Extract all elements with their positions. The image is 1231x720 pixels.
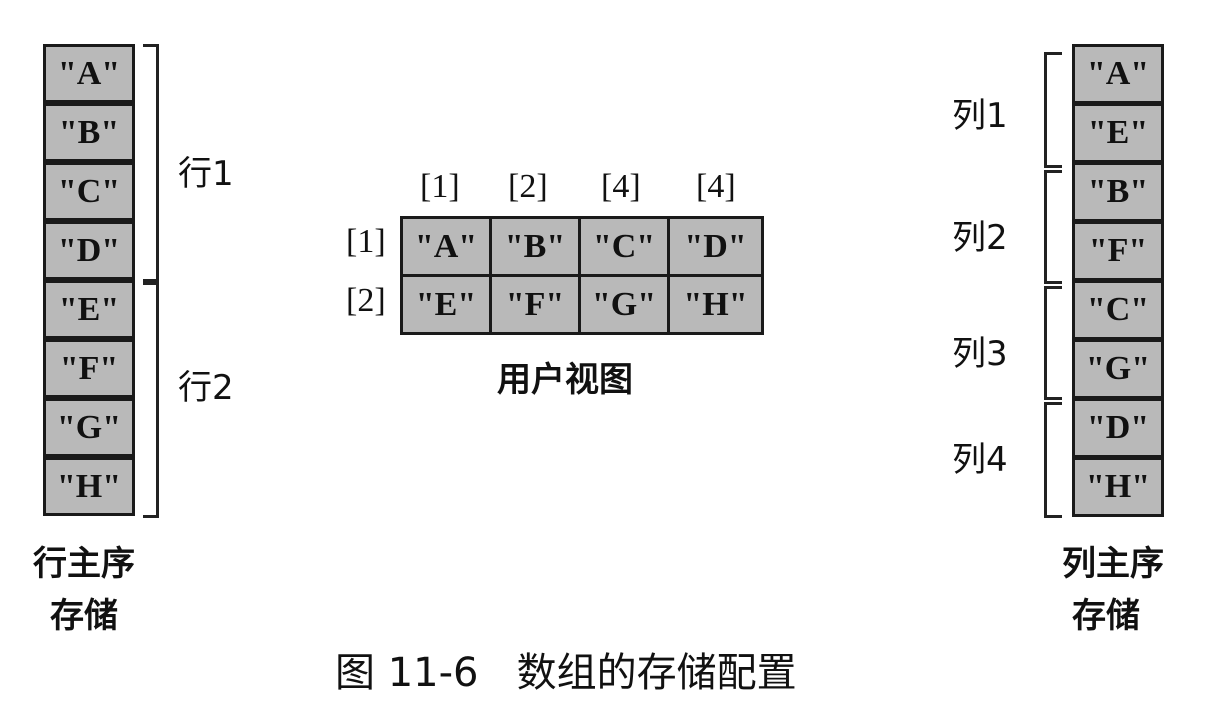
row-major-cell: "A" (43, 44, 135, 103)
user-view-cell: "B" (489, 216, 581, 277)
row-major-cell: "B" (43, 103, 135, 162)
column-1-label: 列1 (952, 96, 1008, 136)
user-view-cell: "E" (400, 274, 492, 335)
column-major-caption-line-2: 存储 (1072, 596, 1140, 636)
user-view-caption: 用户视图 (497, 360, 633, 400)
user-view-cell: "H" (667, 274, 764, 335)
user-view-cell: "A" (400, 216, 492, 277)
column-index-header: [2] (508, 168, 548, 205)
row-major-cell: "D" (43, 221, 135, 280)
column-2-bracket (1044, 170, 1062, 284)
row-2-label: 行2 (178, 368, 234, 408)
column-3-bracket (1044, 286, 1062, 400)
row-1-label: 行1 (178, 154, 234, 194)
row-index-header: [2] (346, 282, 386, 319)
row-index-header: [1] (346, 223, 386, 260)
row-major-cell: "F" (43, 339, 135, 398)
column-4-bracket (1044, 402, 1062, 518)
column-4-label: 列4 (952, 440, 1008, 480)
row-major-cell: "E" (43, 280, 135, 339)
column-major-cell: "A" (1072, 44, 1164, 104)
user-view-cell: "D" (667, 216, 764, 277)
column-2-label: 列2 (952, 218, 1008, 258)
column-major-cell: "B" (1072, 162, 1164, 222)
row-major-caption-line-1: 行主序 (33, 544, 135, 584)
row-1-bracket (143, 44, 159, 282)
column-index-header: [4] (601, 168, 641, 205)
column-index-header: [4] (696, 168, 736, 205)
user-view-cell: "F" (489, 274, 581, 335)
row-major-cell: "G" (43, 398, 135, 457)
column-major-cell: "E" (1072, 103, 1164, 163)
user-view-cell: "C" (578, 216, 670, 277)
figure-caption: 图 11-6 数组的存储配置 (335, 650, 797, 696)
row-2-bracket (143, 282, 159, 518)
column-major-cell: "D" (1072, 398, 1164, 458)
row-major-cell: "C" (43, 162, 135, 221)
column-major-caption-line-1: 列主序 (1062, 544, 1164, 584)
column-index-header: [1] (420, 168, 460, 205)
column-3-label: 列3 (952, 334, 1008, 374)
row-major-caption-line-2: 存储 (50, 596, 118, 636)
column-major-cell: "C" (1072, 280, 1164, 340)
column-major-cell: "F" (1072, 221, 1164, 281)
column-major-cell: "G" (1072, 339, 1164, 399)
user-view-cell: "G" (578, 274, 670, 335)
column-major-cell: "H" (1072, 457, 1164, 517)
row-major-cell: "H" (43, 457, 135, 516)
column-1-bracket (1044, 52, 1062, 168)
